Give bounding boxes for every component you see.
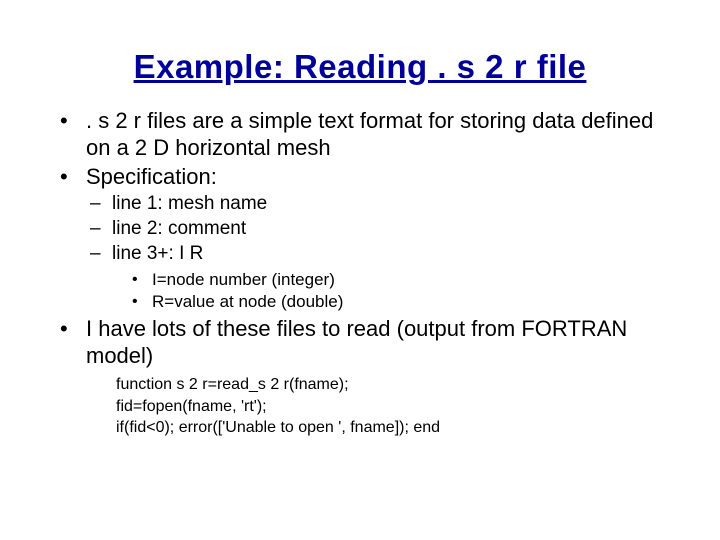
subsub-bullet-item: R=value at node (double): [130, 291, 664, 314]
bullet-list-level1: . s 2 r files are a simple text format f…: [56, 108, 664, 439]
subsub-bullet-text: R=value at node (double): [152, 292, 343, 311]
slide-title: Example: Reading . s 2 r file: [56, 48, 664, 86]
bullet-list-level3: I=node number (integer) R=value at node …: [130, 269, 664, 315]
bullet-text: . s 2 r files are a simple text format f…: [86, 108, 653, 160]
sub-bullet-item: line 2: comment: [86, 217, 664, 242]
sub-bullet-item: line 1: mesh name: [86, 192, 664, 217]
slide: Example: Reading . s 2 r file . s 2 r fi…: [0, 0, 720, 481]
bullet-item: I have lots of these files to read (outp…: [56, 316, 664, 438]
sub-bullet-text: line 1: mesh name: [112, 193, 267, 214]
code-block: function s 2 r=read_s 2 r(fname); fid=fo…: [116, 374, 664, 439]
code-line: if(fid<0); error(['Unable to open ', fna…: [116, 417, 664, 439]
bullet-text: I have lots of these files to read (outp…: [86, 316, 627, 368]
bullet-item: . s 2 r files are a simple text format f…: [56, 108, 664, 162]
code-line: fid=fopen(fname, 'rt');: [116, 396, 664, 418]
sub-bullet-text: line 3+: I R: [112, 243, 203, 264]
bullet-item: Specification: line 1: mesh name line 2:…: [56, 164, 664, 315]
code-line: function s 2 r=read_s 2 r(fname);: [116, 374, 664, 396]
bullet-text: Specification:: [86, 164, 217, 189]
sub-bullet-item: line 3+: I R I=node number (integer) R=v…: [86, 242, 664, 315]
subsub-bullet-text: I=node number (integer): [152, 270, 335, 289]
subsub-bullet-item: I=node number (integer): [130, 269, 664, 292]
sub-bullet-text: line 2: comment: [112, 218, 246, 239]
bullet-list-level2: line 1: mesh name line 2: comment line 3…: [86, 192, 664, 314]
